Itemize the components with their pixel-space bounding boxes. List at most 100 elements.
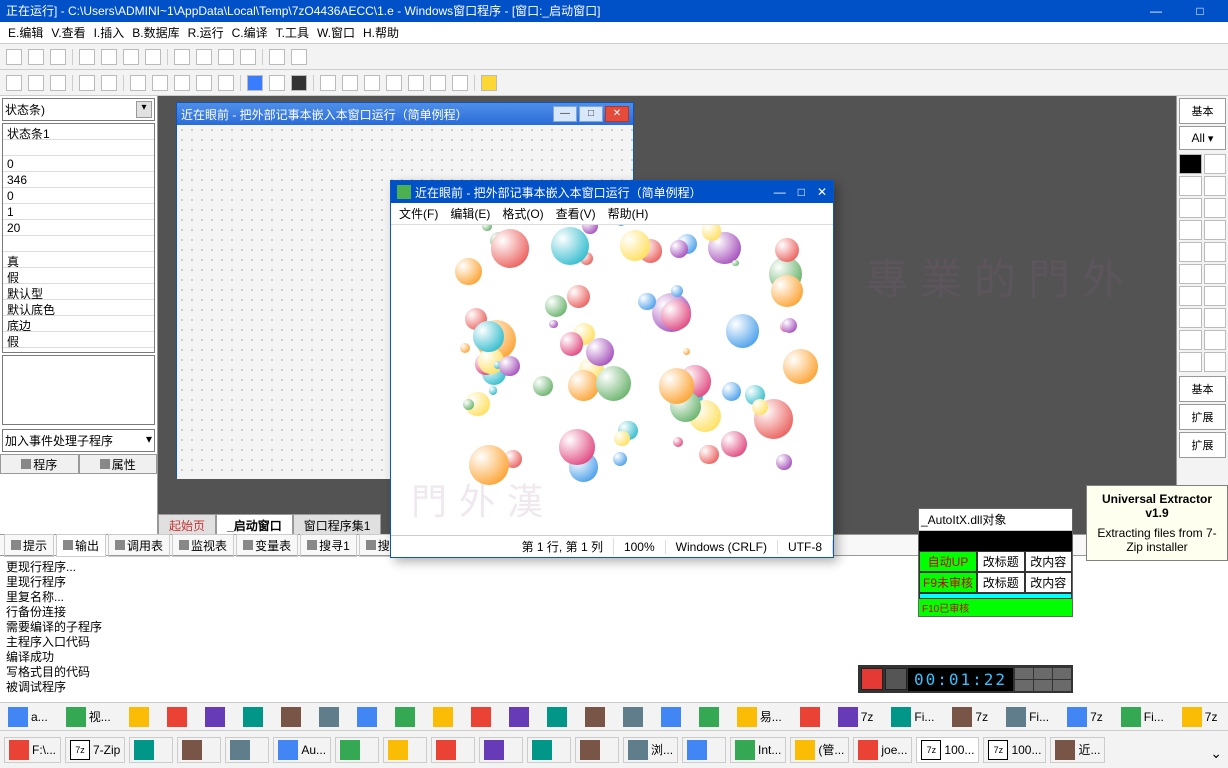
rec-icon[interactable] <box>1053 680 1071 691</box>
taskbar-item[interactable] <box>505 705 533 729</box>
tab-program[interactable]: 程序 <box>0 455 79 474</box>
minimize-button[interactable]: — <box>1134 0 1178 22</box>
tab-property[interactable]: 属性 <box>79 455 158 474</box>
taskbar-item[interactable]: 7z100... <box>916 737 979 763</box>
menu-view[interactable]: 查看(V) <box>556 205 596 222</box>
toolbox-tab[interactable]: 扩展 <box>1179 404 1226 430</box>
taskbar-item[interactable]: 易... <box>733 705 786 729</box>
tab-search1[interactable]: 搜寻1 <box>300 534 357 557</box>
notepad-body[interactable]: ↖ 門外漢 <box>391 225 833 535</box>
menu-help[interactable]: H.帮助 <box>363 24 399 41</box>
taskbar-item[interactable] <box>479 737 523 763</box>
taskbar-item[interactable] <box>581 705 609 729</box>
taskbar-item[interactable]: F:\... <box>4 737 61 763</box>
property-row[interactable] <box>3 140 154 156</box>
run-icon[interactable] <box>247 75 263 91</box>
tab-hint[interactable]: 提示 <box>4 534 54 557</box>
taskbar-item[interactable]: 7z <box>948 705 992 729</box>
tool-icon[interactable] <box>408 75 424 91</box>
property-row[interactable]: 0 <box>3 188 154 204</box>
tool-icon[interactable] <box>218 75 234 91</box>
taskbar-item[interactable]: 7z <box>1178 705 1222 729</box>
dropdown-arrow-icon[interactable]: ▾ <box>146 432 152 449</box>
maximize-button[interactable]: □ <box>1178 0 1222 22</box>
taskbar-item[interactable] <box>391 705 419 729</box>
property-row[interactable]: 状态条1 <box>3 124 154 140</box>
taskbar-item[interactable]: 7z7-Zip <box>65 737 125 763</box>
notepad-titlebar[interactable]: 近在眼前 - 把外部记事本嵌入本窗口运行（简单例程） — □ ✕ <box>391 181 833 203</box>
tool-icon[interactable] <box>1179 286 1202 306</box>
tool-icon[interactable] <box>152 75 168 91</box>
taskbar-item[interactable]: 7z100... <box>983 737 1046 763</box>
menu-view[interactable]: V.查看 <box>51 24 85 41</box>
tool-icon[interactable] <box>50 49 66 65</box>
taskbar-item[interactable] <box>467 705 495 729</box>
property-row[interactable]: 默认底色 <box>3 300 154 316</box>
rec-icon[interactable] <box>1015 668 1033 679</box>
taskbar-item[interactable]: Fi... <box>1002 705 1053 729</box>
tool-icon[interactable] <box>1179 220 1202 240</box>
tool-icon[interactable] <box>1179 242 1202 262</box>
taskbar-item[interactable] <box>239 705 267 729</box>
tool-icon[interactable] <box>6 49 22 65</box>
taskbar-item[interactable] <box>177 737 221 763</box>
tool-icon[interactable] <box>1179 352 1202 372</box>
tool-icon[interactable] <box>269 49 285 65</box>
copy-icon[interactable] <box>28 75 44 91</box>
menu-run[interactable]: R.运行 <box>188 24 224 41</box>
tool-icon[interactable] <box>1204 264 1227 284</box>
menu-file[interactable]: 文件(F) <box>399 205 438 222</box>
tool-icon[interactable] <box>1179 198 1202 218</box>
taskbar-item[interactable] <box>225 737 269 763</box>
tool-icon[interactable] <box>130 75 146 91</box>
property-row[interactable]: 假 <box>3 268 154 284</box>
property-row[interactable]: 真 <box>3 252 154 268</box>
rec-icon[interactable] <box>1034 680 1052 691</box>
taskbar-item[interactable] <box>431 737 475 763</box>
pause-icon[interactable] <box>269 75 285 91</box>
cell[interactable]: 改内容 <box>1025 572 1073 593</box>
tool-icon[interactable] <box>123 49 139 65</box>
property-row[interactable]: 0 <box>3 156 154 172</box>
tool-icon[interactable] <box>430 75 446 91</box>
tool-icon[interactable] <box>218 49 234 65</box>
pointer-icon[interactable] <box>1179 154 1202 174</box>
tool-icon[interactable] <box>1179 264 1202 284</box>
taskbar-item[interactable] <box>575 737 619 763</box>
rec-icon[interactable] <box>1053 668 1071 679</box>
cell[interactable]: F9未审核 <box>919 572 977 593</box>
tool-icon[interactable] <box>1179 176 1202 196</box>
taskbar-item[interactable]: joe... <box>853 737 912 763</box>
taskbar-item[interactable]: 近... <box>1050 737 1105 763</box>
taskbar-item[interactable] <box>125 705 153 729</box>
tab-start[interactable]: 起始页 <box>158 514 216 534</box>
paste-icon[interactable] <box>50 75 66 91</box>
maximize-button[interactable]: □ <box>579 106 603 122</box>
rec-icon[interactable] <box>1015 680 1033 691</box>
property-grid[interactable]: 状态条103460120真假默认型默认底色底边假 <box>2 123 155 353</box>
taskbar-item[interactable]: Fi... <box>887 705 938 729</box>
autoitx-panel[interactable]: _AutoItX.dll对象 自动UP 改标题 改内容 F9未审核 改标题 改内… <box>918 508 1073 617</box>
tool-icon[interactable] <box>364 75 380 91</box>
dropdown-arrow-icon[interactable]: ▾ <box>136 101 152 118</box>
taskbar-item[interactable] <box>619 705 647 729</box>
cell[interactable]: 改标题 <box>977 551 1024 572</box>
cell[interactable]: 改内容 <box>1025 551 1073 572</box>
property-row[interactable]: 假 <box>3 332 154 348</box>
redo-icon[interactable] <box>101 75 117 91</box>
menu-help[interactable]: 帮助(H) <box>608 205 649 222</box>
tool-icon[interactable] <box>174 75 190 91</box>
tool-icon[interactable] <box>291 49 307 65</box>
menu-format[interactable]: 格式(O) <box>502 205 543 222</box>
design-window-titlebar[interactable]: 近在眼前 - 把外部记事本嵌入本窗口运行（简单例程） — □ ✕ <box>177 103 633 125</box>
tool-icon[interactable] <box>320 75 336 91</box>
property-row[interactable]: 默认型 <box>3 284 154 300</box>
toolbox-tab[interactable]: 基本 <box>1179 376 1226 402</box>
tool-icon[interactable] <box>342 75 358 91</box>
tool-icon[interactable] <box>481 75 497 91</box>
object-combo[interactable]: 状态条) ▾ <box>2 98 155 121</box>
tool-icon[interactable] <box>196 75 212 91</box>
tool-icon[interactable] <box>1204 242 1227 262</box>
taskbar-item[interactable] <box>129 737 173 763</box>
cell[interactable]: 自动UP <box>919 551 977 572</box>
